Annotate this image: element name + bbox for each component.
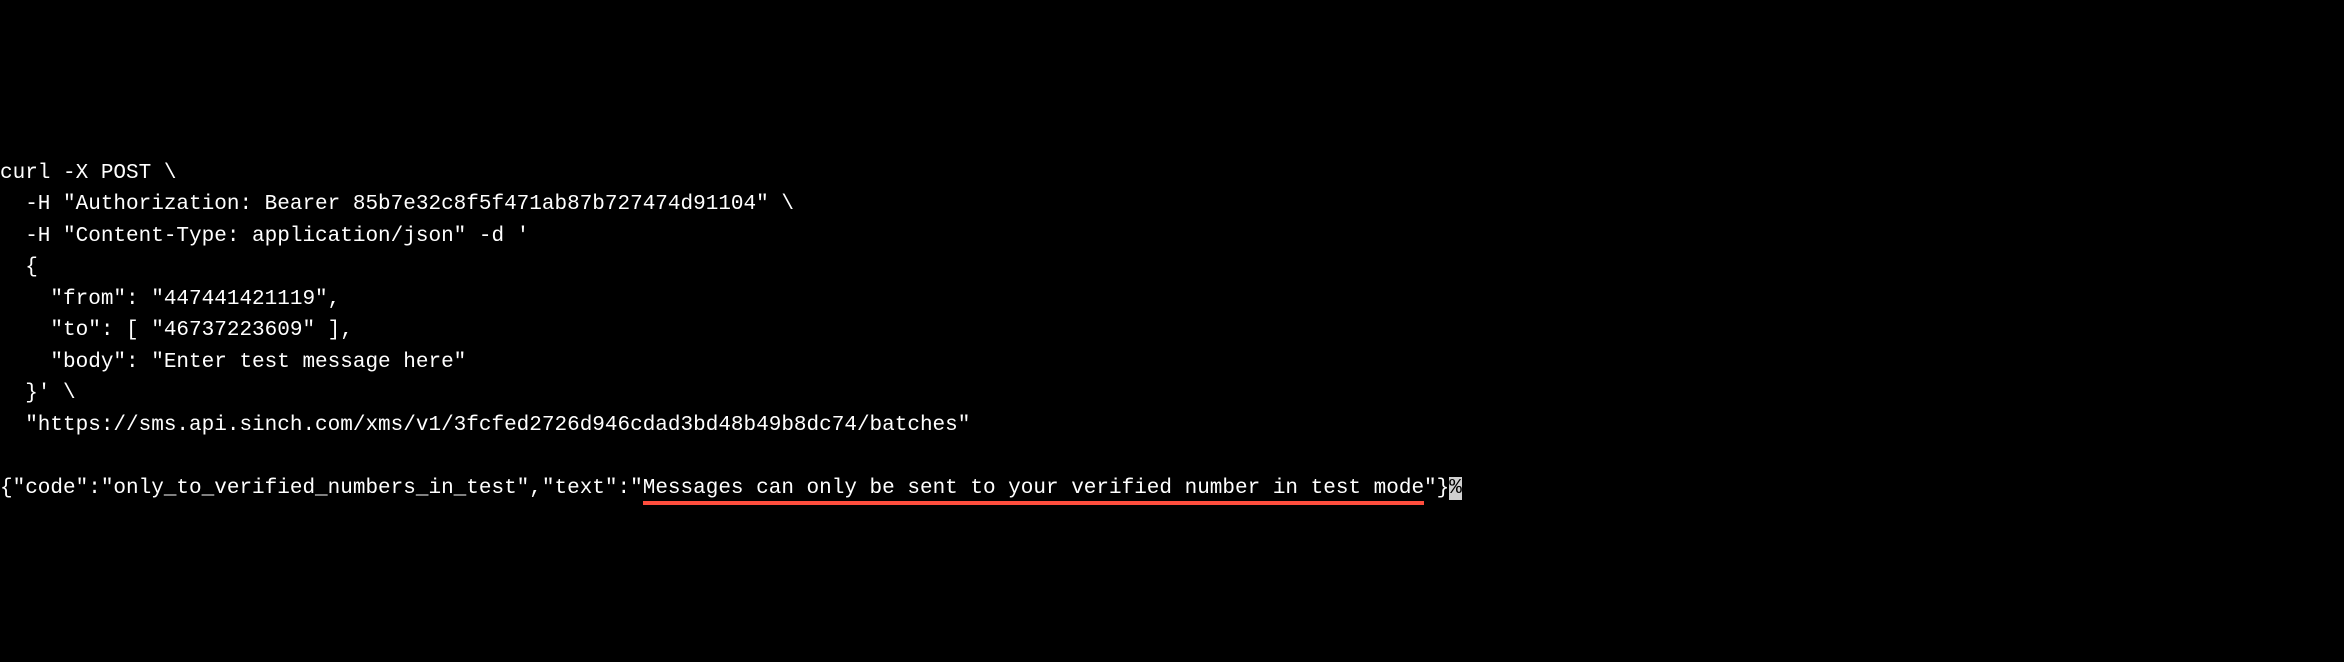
response-error-message: Messages can only be sent to your verifi…	[643, 477, 1424, 505]
response-json-suffix: "}	[1424, 477, 1449, 500]
json-body-field: "body": "Enter test message here"	[0, 351, 466, 374]
json-body-close: }' \	[0, 382, 76, 405]
terminal-output: curl -X POST \ -H "Authorization: Bearer…	[0, 126, 2344, 504]
json-to-field: "to": [ "46737223609" ],	[0, 319, 353, 342]
curl-header-content-type: -H "Content-Type: application/json" -d '	[0, 225, 529, 248]
curl-url: "https://sms.api.sinch.com/xms/v1/3fcfed…	[0, 414, 970, 437]
response-json-prefix: {"code":"only_to_verified_numbers_in_tes…	[0, 477, 643, 500]
curl-header-auth: -H "Authorization: Bearer 85b7e32c8f5f47…	[0, 193, 794, 216]
shell-cursor-icon: %	[1449, 477, 1462, 500]
curl-command-line-1: curl -X POST \	[0, 162, 176, 185]
json-body-open: {	[0, 256, 38, 279]
json-from-field: "from": "447441421119",	[0, 288, 340, 311]
